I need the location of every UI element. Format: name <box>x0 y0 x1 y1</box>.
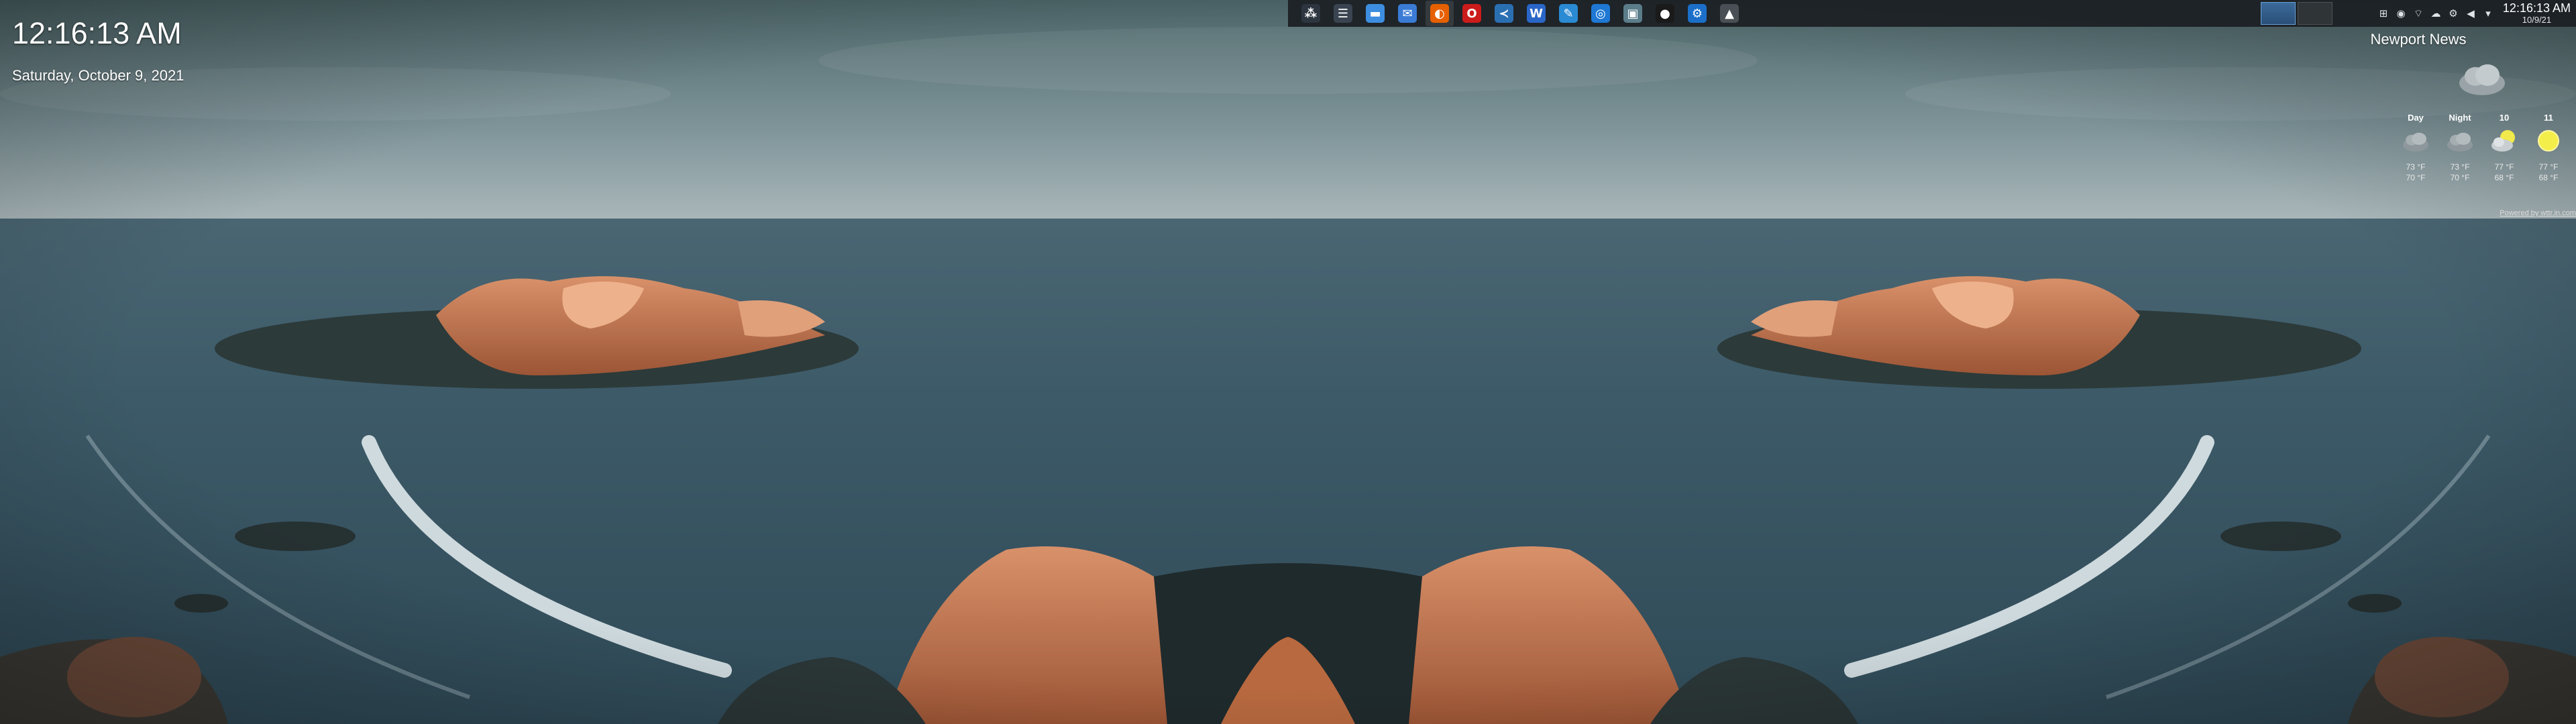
document-icon: W <box>1527 4 1546 23</box>
cloud-icon[interactable]: ☁ <box>2429 7 2443 20</box>
desktop-2[interactable] <box>2298 2 2332 25</box>
globe-icon: ◎ <box>1591 4 1610 23</box>
virtual-desktop-pager[interactable] <box>2261 2 2334 25</box>
forecast-temp-hi: 73 °F <box>2450 162 2470 172</box>
task-word-processor[interactable]: W <box>1522 1 1550 26</box>
circle-icon[interactable]: ◉ <box>2394 7 2408 20</box>
forecast-row: Day 73 °F 70 °F Night 73 °F 70 °F 10 77 °F 68 °F… <box>2394 113 2571 183</box>
desktop-clock-widget: 12:16:13 AM Saturday, October 9, 2021 <box>12 15 184 84</box>
obs-icon: ● <box>1656 4 1674 23</box>
weather-widget: Newport News Day 73 °F 70 °F Night 73 °F 70 °… <box>2361 27 2576 228</box>
task-opera[interactable]: O <box>1458 1 1486 26</box>
forecast-label: Day <box>2408 113 2424 123</box>
sun-icon <box>2538 130 2559 152</box>
weather-city: Newport News <box>2370 31 2467 48</box>
task-task-manager[interactable]: ☰ <box>1329 1 1357 26</box>
forecast-day: Night 73 °F 70 °F <box>2438 113 2482 183</box>
taskbar: ⁂ ☰ ▬ ✉ ◐ O ≺ W ✎ ◎ ▣ ● ⚙ ▲ <box>1295 0 1746 27</box>
forecast-label: 11 <box>2544 113 2553 123</box>
forecast-temp-lo: 70 °F <box>2450 173 2470 182</box>
expand-arrow-icon[interactable]: ▾ <box>2481 7 2495 20</box>
task-image-viewer[interactable]: ▣ <box>1619 1 1647 26</box>
task-toolbox[interactable]: ▲ <box>1715 1 1743 26</box>
forecast-day: Day 73 °F 70 °F <box>2394 113 2438 183</box>
task-steam[interactable]: ⚙ <box>1683 1 1711 26</box>
task-email-client[interactable]: ✉ <box>1393 1 1421 26</box>
folder-icon: ▬ <box>1366 4 1385 23</box>
task-obs-studio[interactable]: ● <box>1651 1 1679 26</box>
task-app-launcher[interactable]: ⁂ <box>1297 1 1325 26</box>
forecast-label: Night <box>2449 113 2471 123</box>
chat-icon: ✎ <box>1559 4 1578 23</box>
clock-date: Saturday, October 9, 2021 <box>12 67 184 84</box>
mail-icon: ✉ <box>1398 4 1417 23</box>
image-icon: ▣ <box>1623 4 1642 23</box>
forecast-day: 10 77 °F 68 °F <box>2482 113 2526 183</box>
desktop-1[interactable] <box>2261 2 2296 25</box>
gear-icon[interactable]: ⚙ <box>2447 7 2460 20</box>
cloud-icon <box>2459 64 2505 95</box>
volume-icon[interactable]: ◀ <box>2464 7 2477 20</box>
task-firefox[interactable]: ◐ <box>1426 1 1454 26</box>
code-editor-icon: ≺ <box>1495 4 1513 23</box>
wifi-icon[interactable]: ⌔ <box>2412 7 2425 20</box>
forecast-temp-lo: 68 °F <box>2538 173 2559 182</box>
forecast-temp-hi: 77 °F <box>2494 162 2514 172</box>
forecast-label: 10 <box>2499 113 2510 123</box>
forecast-day: 11 77 °F 68 °F <box>2526 113 2571 183</box>
panel-clock-date: 10/9/21 <box>2522 15 2552 25</box>
opera-icon: O <box>1462 4 1481 23</box>
task-vs-code[interactable]: ≺ <box>1490 1 1518 26</box>
cloud-icon <box>2403 133 2428 152</box>
weather-credit-link[interactable]: Powered by wttr.in.com <box>2500 209 2576 217</box>
forecast-temp-lo: 68 °F <box>2494 173 2514 182</box>
network-icon[interactable]: ⊞ <box>2377 7 2390 20</box>
task-manager-icon: ☰ <box>1334 4 1352 23</box>
panel-clock-time: 12:16:13 AM <box>2502 1 2571 15</box>
app-launcher-icon: ⁂ <box>1301 4 1320 23</box>
steam-icon: ⚙ <box>1688 4 1707 23</box>
forecast-temp-hi: 73 °F <box>2406 162 2426 172</box>
top-panel: ⁂ ☰ ▬ ✉ ◐ O ≺ W ✎ ◎ ▣ ● ⚙ ▲ ⊞ ◉ ⌔ ☁ ⚙ ◀ ▾ 12:16:13 AM… <box>1288 0 2576 27</box>
forecast-temp-hi: 77 °F <box>2538 162 2559 172</box>
task-chat-app[interactable]: ✎ <box>1554 1 1582 26</box>
clock-time: 12:16:13 AM <box>12 16 182 50</box>
task-browser[interactable]: ◎ <box>1587 1 1615 26</box>
firefox-icon: ◐ <box>1430 4 1449 23</box>
task-file-manager[interactable]: ▬ <box>1361 1 1389 26</box>
desktop-wallpaper <box>0 0 2576 724</box>
cloud-icon <box>2447 133 2473 152</box>
system-tray: ⊞ ◉ ⌔ ☁ ⚙ ◀ ▾ <box>2375 0 2497 27</box>
forecast-temp-lo: 70 °F <box>2406 173 2426 182</box>
partly-sunny-icon <box>2491 130 2515 152</box>
panel-clock[interactable]: 12:16:13 AM 10/9/21 <box>2503 1 2571 25</box>
toolbox-icon: ▲ <box>1720 4 1739 23</box>
